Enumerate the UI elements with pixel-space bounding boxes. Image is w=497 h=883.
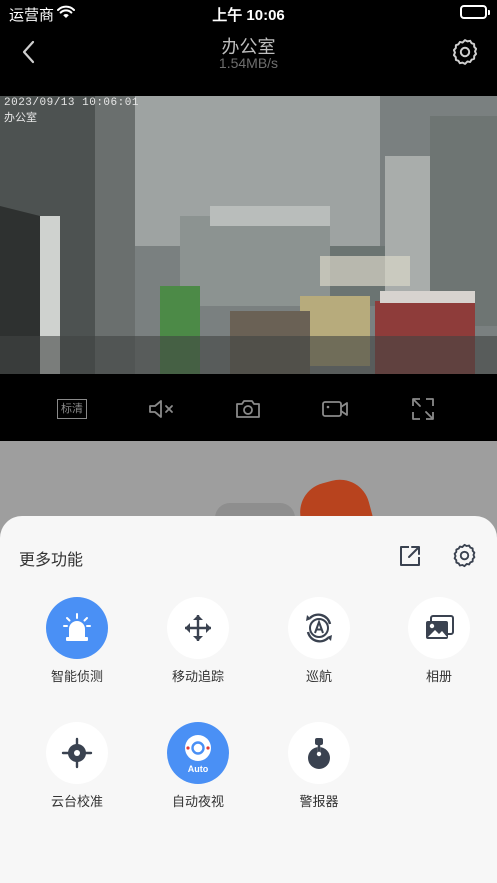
feature-siren[interactable]: 警报器 [264, 722, 374, 810]
feature-label: 自动夜视 [171, 794, 224, 809]
mute-icon [149, 400, 173, 418]
feature-label: 相册 [425, 669, 452, 684]
feature-label: 移动追踪 [171, 669, 224, 684]
feature-motion-tracking[interactable]: 移动追踪 [143, 597, 253, 685]
cruise-rotate-icon [306, 613, 332, 643]
nav-bar: 办公室 1.54MB/s [0, 26, 497, 86]
camera-icon [236, 400, 260, 418]
feature-icon-circle[interactable] [288, 722, 350, 784]
quality-label: 标清 [57, 399, 87, 419]
snapshot-button[interactable] [233, 396, 263, 422]
feature-auto-night-vision[interactable]: Auto 自动夜视 [143, 722, 253, 810]
record-button[interactable] [320, 396, 350, 422]
device-settings-button[interactable] [451, 38, 479, 66]
feature-ptz-calibration[interactable]: 云台校准 [22, 722, 132, 810]
feature-album[interactable]: 相册 [384, 597, 494, 685]
status-bar: 运营商 上午 10:06 [0, 0, 497, 26]
quality-button[interactable]: 标清 [57, 396, 87, 422]
auto-night-vision-icon [185, 735, 211, 761]
feature-label: 云台校准 [50, 794, 103, 809]
album-icon [426, 615, 454, 639]
gear-icon [453, 543, 476, 568]
sheet-settings-button[interactable] [452, 543, 477, 568]
mute-button[interactable] [146, 396, 176, 422]
feature-smart-detection[interactable]: 智能侦测 [22, 597, 132, 685]
more-features-sheet: 更多功能 智能侦测 移动追踪 巡航 相册 云台校准 Auto 自动夜视 警报器 [0, 516, 497, 883]
fullscreen-icon [412, 398, 434, 420]
gear-icon [452, 39, 478, 65]
video-toolbar: 标清 [0, 374, 497, 441]
auto-badge: Auto [187, 764, 209, 774]
fullscreen-button[interactable] [408, 396, 438, 422]
bitrate-label: 1.54MB/s [218, 55, 279, 71]
battery-icon [460, 5, 490, 19]
feature-cruise[interactable]: 巡航 [264, 597, 374, 685]
popout-button[interactable] [398, 544, 422, 568]
external-link-icon [400, 546, 420, 566]
sheet-title: 更多功能 [19, 552, 84, 569]
calibrate-crosshair-icon [61, 737, 93, 769]
video-camera-name: 办公室 [4, 112, 37, 124]
video-frame [0, 96, 497, 374]
feature-icon-circle[interactable] [408, 597, 470, 659]
feature-icon-circle[interactable]: Auto [167, 722, 229, 784]
video-record-icon [322, 401, 348, 417]
feature-icon-circle[interactable] [46, 597, 108, 659]
siren-joystick-icon [308, 738, 330, 769]
video-timestamp: 2023/09/13 10:06:01 [4, 97, 139, 109]
feature-label: 警报器 [299, 794, 339, 809]
feature-icon-circle[interactable] [167, 597, 229, 659]
clock: 上午 10:06 [212, 7, 285, 24]
live-video-view[interactable]: 2023/09/13 10:06:01 办公室 [0, 96, 497, 374]
feature-label: 智能侦测 [50, 669, 103, 684]
feature-icon-circle[interactable] [46, 722, 108, 784]
feature-label: 巡航 [305, 669, 332, 684]
alarm-light-icon [63, 613, 91, 641]
move-arrows-icon [185, 615, 211, 641]
feature-icon-circle[interactable] [288, 597, 350, 659]
